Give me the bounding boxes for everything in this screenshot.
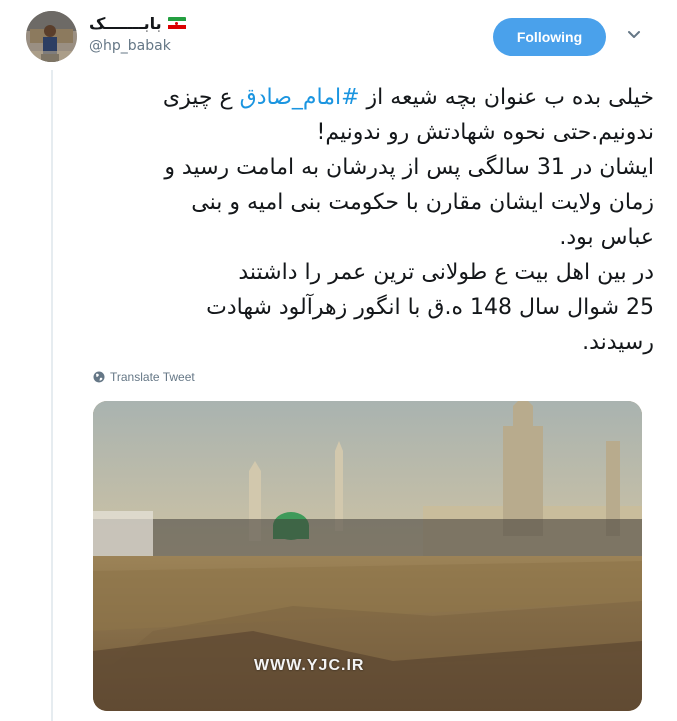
tweet-line: رسیدند.: [582, 330, 654, 355]
author-display-name[interactable]: بابـــــــک: [89, 14, 162, 33]
tweet-line: ندونیم.حتی نحوه شهادتش رو ندونیم!: [316, 120, 654, 145]
globe-icon: [93, 371, 105, 383]
avatar[interactable]: [26, 11, 77, 62]
mosque-scene-image: [93, 401, 642, 711]
tweet-line: عباس بود.: [559, 225, 654, 250]
tweet-line: زمان ولایت ایشان مقارن با حکومت بنی امیه…: [191, 190, 654, 215]
tweet-line-1: خیلی بده ب عنوان بچه شیعه از #امام_صادق …: [162, 85, 654, 110]
tweet-line: در بین اهل بیت ع طولانی ترین عمر را داشت…: [238, 260, 654, 285]
translate-tweet-link[interactable]: Translate Tweet: [93, 370, 195, 384]
author-handle[interactable]: @hp_babak: [89, 38, 171, 54]
tweet-text: خیلی بده ب عنوان بچه شیعه از #امام_صادق …: [84, 80, 654, 360]
thread-line: [51, 70, 53, 721]
following-button[interactable]: Following: [493, 18, 606, 56]
tweet-line: 25 شوال سال 148 ه.ق با انگور زهرآلود شها…: [206, 295, 654, 320]
chevron-down-icon[interactable]: [625, 28, 643, 42]
tweet-media-image[interactable]: WWW.YJC.IR: [93, 401, 642, 711]
hashtag-link[interactable]: #امام_صادق: [240, 85, 360, 110]
author-name-row[interactable]: بابـــــــک: [89, 12, 186, 34]
media-watermark: WWW.YJC.IR: [254, 657, 365, 674]
tweet-line: ایشان در 31 سالگی پس از پدرشان به امامت …: [164, 155, 654, 180]
iran-flag-icon: [167, 16, 186, 30]
translate-tweet-label[interactable]: Translate Tweet: [110, 370, 195, 384]
